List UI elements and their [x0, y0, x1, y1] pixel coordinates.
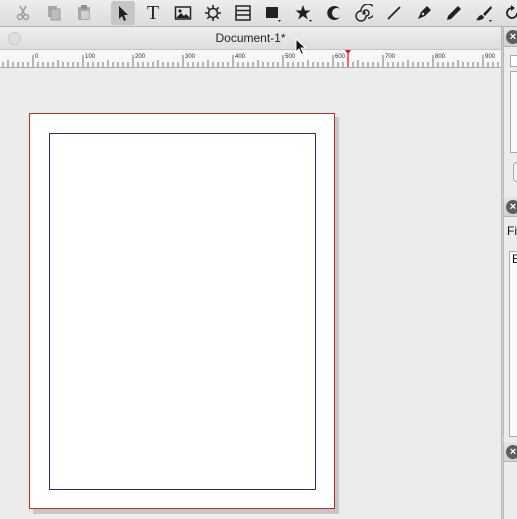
table-tool-button[interactable]	[231, 1, 255, 25]
panel-1-close-icon[interactable]: ×	[506, 30, 517, 44]
panel-2-header: ×	[504, 197, 517, 217]
arc-tool-button[interactable]	[322, 1, 346, 25]
rectangle-tool-icon	[266, 7, 281, 22]
ruler-label: 300	[185, 54, 196, 60]
star-tool-icon	[295, 5, 312, 22]
ruler-label: 600	[335, 54, 346, 60]
page-margin-guide	[49, 133, 316, 490]
rotate-button[interactable]	[500, 1, 517, 25]
panel-2-label: Fi	[507, 224, 517, 238]
brush-tool-button[interactable]	[472, 1, 496, 25]
image-tool-icon	[174, 6, 192, 20]
right-panel-1: ×	[503, 27, 517, 195]
panel-1-checkbox[interactable]	[510, 55, 517, 67]
canvas-area[interactable]	[0, 68, 501, 519]
ruler-label: 100	[85, 54, 96, 60]
panel-3-header: ×	[504, 442, 517, 462]
pencil-tool-icon	[447, 6, 461, 20]
star-tool-button[interactable]	[292, 1, 316, 25]
pencil-tool-button[interactable]	[442, 1, 466, 25]
panel-2-close-icon[interactable]: ×	[506, 200, 517, 214]
copy-icon	[48, 6, 61, 21]
pen-tool-button[interactable]	[412, 1, 436, 25]
ruler-position-marker	[345, 50, 351, 67]
image-tool-button[interactable]	[171, 1, 195, 25]
right-panel-2: × Fi E	[503, 197, 517, 437]
pen-tool-icon	[418, 6, 431, 19]
ruler-label: 400	[235, 54, 246, 60]
cut-icon	[16, 5, 30, 21]
arc-tool-icon	[327, 6, 340, 20]
document-page[interactable]	[29, 113, 335, 509]
rectangle-tool-button[interactable]	[261, 1, 285, 25]
ruler-label: 800	[435, 54, 446, 60]
line-tool-button[interactable]	[382, 1, 406, 25]
ruler-scale: 0 100 200 300 400 500 600 700 800 900	[2, 50, 499, 67]
panel-1-list[interactable]	[510, 71, 517, 153]
mouse-cursor-icon	[295, 38, 307, 56]
copy-button[interactable]	[42, 1, 66, 25]
text-tool-icon: T	[146, 2, 160, 24]
gear-shape-icon	[205, 5, 221, 21]
ruler-label: 700	[385, 54, 396, 60]
panel-2-list-item: E	[512, 252, 517, 266]
main-toolbar: T	[0, 0, 517, 27]
line-tool-icon	[387, 6, 401, 20]
cut-button[interactable]	[11, 1, 35, 25]
panel-1-button[interactable]	[513, 162, 517, 182]
right-panel-3: ×	[503, 442, 517, 519]
panel-2-list[interactable]: E	[509, 251, 517, 437]
ruler-label: 0	[35, 54, 39, 60]
text-tool-button[interactable]: T	[141, 1, 165, 25]
document-title: Document-1*	[215, 31, 286, 45]
gear-shape-button[interactable]	[201, 1, 225, 25]
spiral-tool-icon	[355, 4, 373, 22]
select-tool-button[interactable]	[111, 1, 135, 25]
rotate-icon	[506, 5, 517, 19]
spiral-tool-button[interactable]	[352, 1, 376, 25]
ruler-label: 200	[135, 54, 146, 60]
table-tool-icon	[235, 5, 251, 21]
paste-button[interactable]	[72, 1, 96, 25]
document-window: Document-1* 0 100 200 300 400 500 600 700 800 900	[0, 27, 501, 519]
document-titlebar: Document-1*	[0, 27, 501, 50]
select-arrow-icon	[119, 6, 128, 21]
ruler-label: 900	[485, 54, 496, 60]
brush-tool-icon	[476, 6, 492, 22]
paste-icon	[78, 5, 90, 20]
panel-1-header: ×	[504, 27, 517, 47]
panel-3-close-icon[interactable]: ×	[506, 445, 517, 459]
horizontal-ruler[interactable]: 0 100 200 300 400 500 600 700 800 900	[0, 50, 501, 68]
